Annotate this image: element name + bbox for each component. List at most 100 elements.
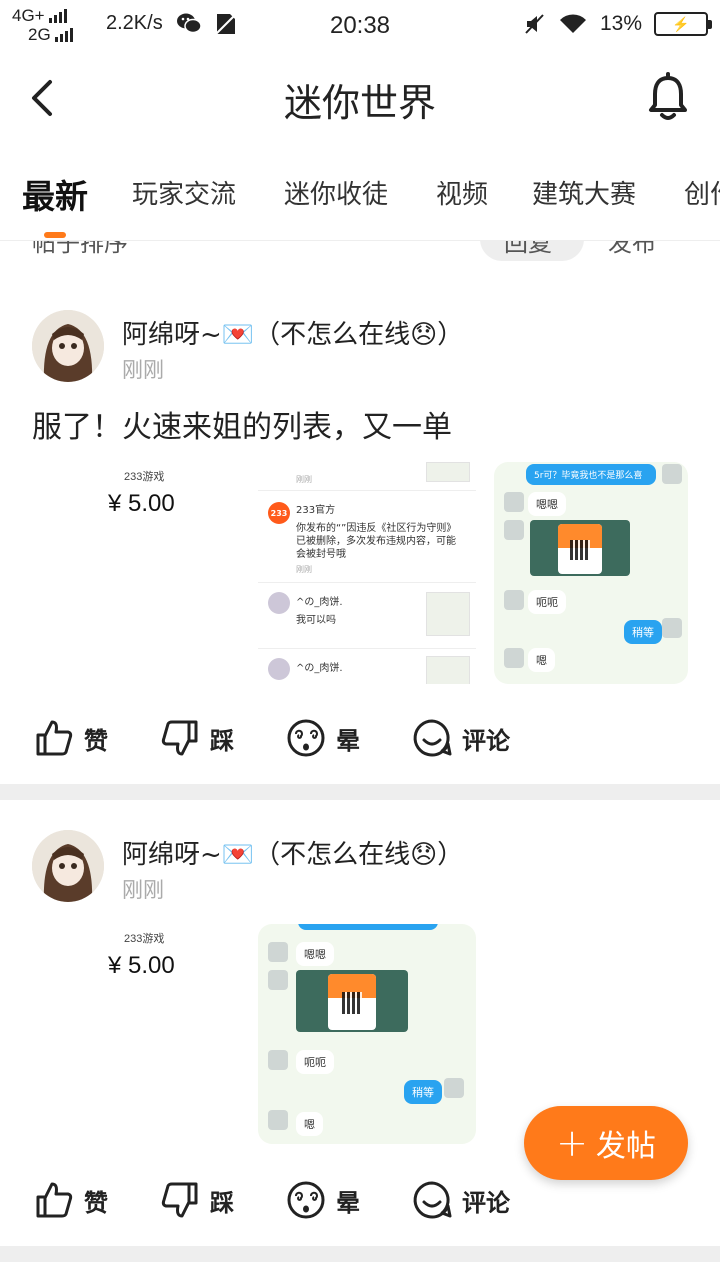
dislike-button[interactable]: 踩: [160, 708, 234, 768]
price-block: 233游戏 ¥ 5.00: [108, 468, 175, 518]
official-badge: 233: [268, 502, 290, 524]
avatar: [662, 618, 682, 638]
price-block: 233游戏 ¥ 5.00: [108, 930, 175, 980]
dizzy-label: 晕: [336, 726, 360, 755]
comment-icon: [413, 1181, 452, 1219]
dislike-button[interactable]: 踩: [160, 1170, 234, 1230]
post-image-list[interactable]: 刚刚 233 233官方 你发布的“”因违反《社区行为守则》已被删除，多次发布违…: [258, 462, 476, 684]
thumbnail: [426, 462, 470, 482]
price-brand: 233游戏: [124, 471, 165, 483]
comment-button[interactable]: 评论: [412, 1170, 510, 1230]
avatar: [268, 658, 290, 680]
new-post-button[interactable]: + 发帖: [524, 1106, 688, 1180]
avatar: [268, 1110, 288, 1130]
price-brand: 233游戏: [124, 933, 165, 945]
comment-button[interactable]: 评论: [412, 708, 510, 768]
list-name: 233官方: [296, 505, 336, 516]
sort-label: 帖子排序: [32, 241, 128, 257]
avatar: [268, 970, 288, 990]
post-text: 服了！火速来姐的列表，又一单: [32, 410, 452, 445]
list-time: 刚刚: [296, 475, 312, 484]
list-name: ^の_肉饼.: [296, 597, 343, 608]
new-post-label: 发帖: [595, 1129, 656, 1164]
avatar[interactable]: [32, 830, 104, 902]
bell-icon[interactable]: [646, 72, 690, 122]
like-label: 赞: [84, 726, 108, 755]
tab-latest[interactable]: 最新: [22, 170, 88, 218]
avatar: [504, 590, 524, 610]
thumbs-down-icon: [161, 1182, 198, 1218]
category-tabs: 最新 玩家交流 迷你收徒 视频 建筑大赛 创作: [0, 160, 720, 232]
wifi-icon: [559, 14, 586, 33]
mute-icon: [525, 14, 544, 34]
dislike-label: 踩: [210, 726, 234, 755]
avatar: [268, 1050, 288, 1070]
battery-percent: 13%: [599, 12, 642, 35]
chat-bubble: 嗯: [528, 648, 555, 672]
tab-player-exchange[interactable]: 玩家交流: [132, 174, 236, 211]
plus-icon: +: [556, 1121, 588, 1165]
qr-card: [530, 520, 630, 576]
dizzy-label: 晕: [336, 1188, 360, 1217]
avatar: [504, 520, 524, 540]
chat-bubble: 稍等: [404, 1080, 442, 1104]
like-button[interactable]: 赞: [34, 708, 108, 768]
thumbnail: [426, 592, 470, 636]
thumbs-down-icon: [161, 720, 198, 756]
author-name[interactable]: 阿绵呀~💌（不怎么在线😞）: [122, 314, 463, 351]
qr-card: [296, 970, 408, 1032]
chat-bubble: 稍等: [624, 620, 662, 644]
chat-bubble: 嗯嗯: [528, 492, 566, 516]
app-header: 迷你世界: [0, 50, 720, 146]
post-image-chat[interactable]: 嗯嗯 呃呃 稍等 嗯: [258, 924, 476, 1144]
page-title: 迷你世界: [283, 81, 436, 125]
post-separator: [0, 1246, 720, 1262]
divider: [258, 490, 476, 491]
avatar: [504, 492, 524, 512]
post-separator: [0, 784, 720, 800]
avatar: [268, 592, 290, 614]
avatar: [444, 1078, 464, 1098]
tab-apprentice[interactable]: 迷你收徒: [284, 174, 388, 211]
avatar: [662, 464, 682, 484]
active-tab-indicator: [44, 232, 66, 238]
chat-bubble: 嗯: [296, 1112, 323, 1136]
list-message: 我可以吗: [296, 615, 336, 626]
chat-bubble: 嗯嗯: [296, 942, 334, 966]
price-amount: ¥ 5.00: [108, 952, 175, 979]
like-button[interactable]: 赞: [34, 1170, 108, 1230]
status-bar: 4G+ 2G 2.2K/s 20:38 13% ⚡: [0, 0, 720, 50]
chat-bubble: 呃呃: [296, 1050, 334, 1074]
chat-bubble: [298, 924, 438, 930]
sort-pill-label: 回复: [504, 241, 552, 257]
divider: [258, 648, 476, 649]
comment-label: 评论: [462, 726, 510, 755]
thumbs-up-icon: [36, 720, 73, 756]
dislike-label: 踩: [210, 1188, 234, 1217]
post-time: 刚刚: [122, 878, 164, 902]
price-amount: ¥ 5.00: [108, 490, 175, 517]
battery-icon: ⚡: [654, 12, 712, 36]
tab-video[interactable]: 视频: [436, 174, 488, 211]
chat-bubble: 5r可？毕竟我也不是那么喜: [526, 464, 656, 485]
comment-icon: [413, 719, 452, 757]
dizzy-button[interactable]: 晕: [286, 1170, 360, 1230]
comment-label: 评论: [462, 1188, 510, 1217]
list-time: 刚刚: [296, 565, 312, 574]
like-label: 赞: [84, 1188, 108, 1217]
post-image-chat[interactable]: 5r可？毕竟我也不是那么喜 嗯嗯 呃呃 稍等 嗯: [494, 462, 688, 684]
author-name[interactable]: 阿绵呀~💌（不怎么在线😞）: [122, 834, 463, 871]
sort-publish[interactable]: 发布: [608, 241, 656, 258]
tab-create[interactable]: 创作: [684, 174, 720, 211]
dizzy-face-icon: [287, 1181, 325, 1219]
post-time: 刚刚: [122, 358, 164, 382]
dizzy-button[interactable]: 晕: [286, 708, 360, 768]
list-message: 你发布的“”因违反《社区行为守则》已被删除，多次发布违规内容，可能会被封号哦: [296, 523, 456, 560]
tab-build-contest[interactable]: 建筑大赛: [532, 174, 636, 211]
list-name: ^の_肉饼.: [296, 663, 343, 674]
avatar[interactable]: [32, 310, 104, 382]
avatar: [504, 648, 524, 668]
post-actions: 赞 踩 晕 评论: [0, 708, 720, 768]
avatar: [268, 942, 288, 962]
thumbnail: [426, 656, 470, 684]
